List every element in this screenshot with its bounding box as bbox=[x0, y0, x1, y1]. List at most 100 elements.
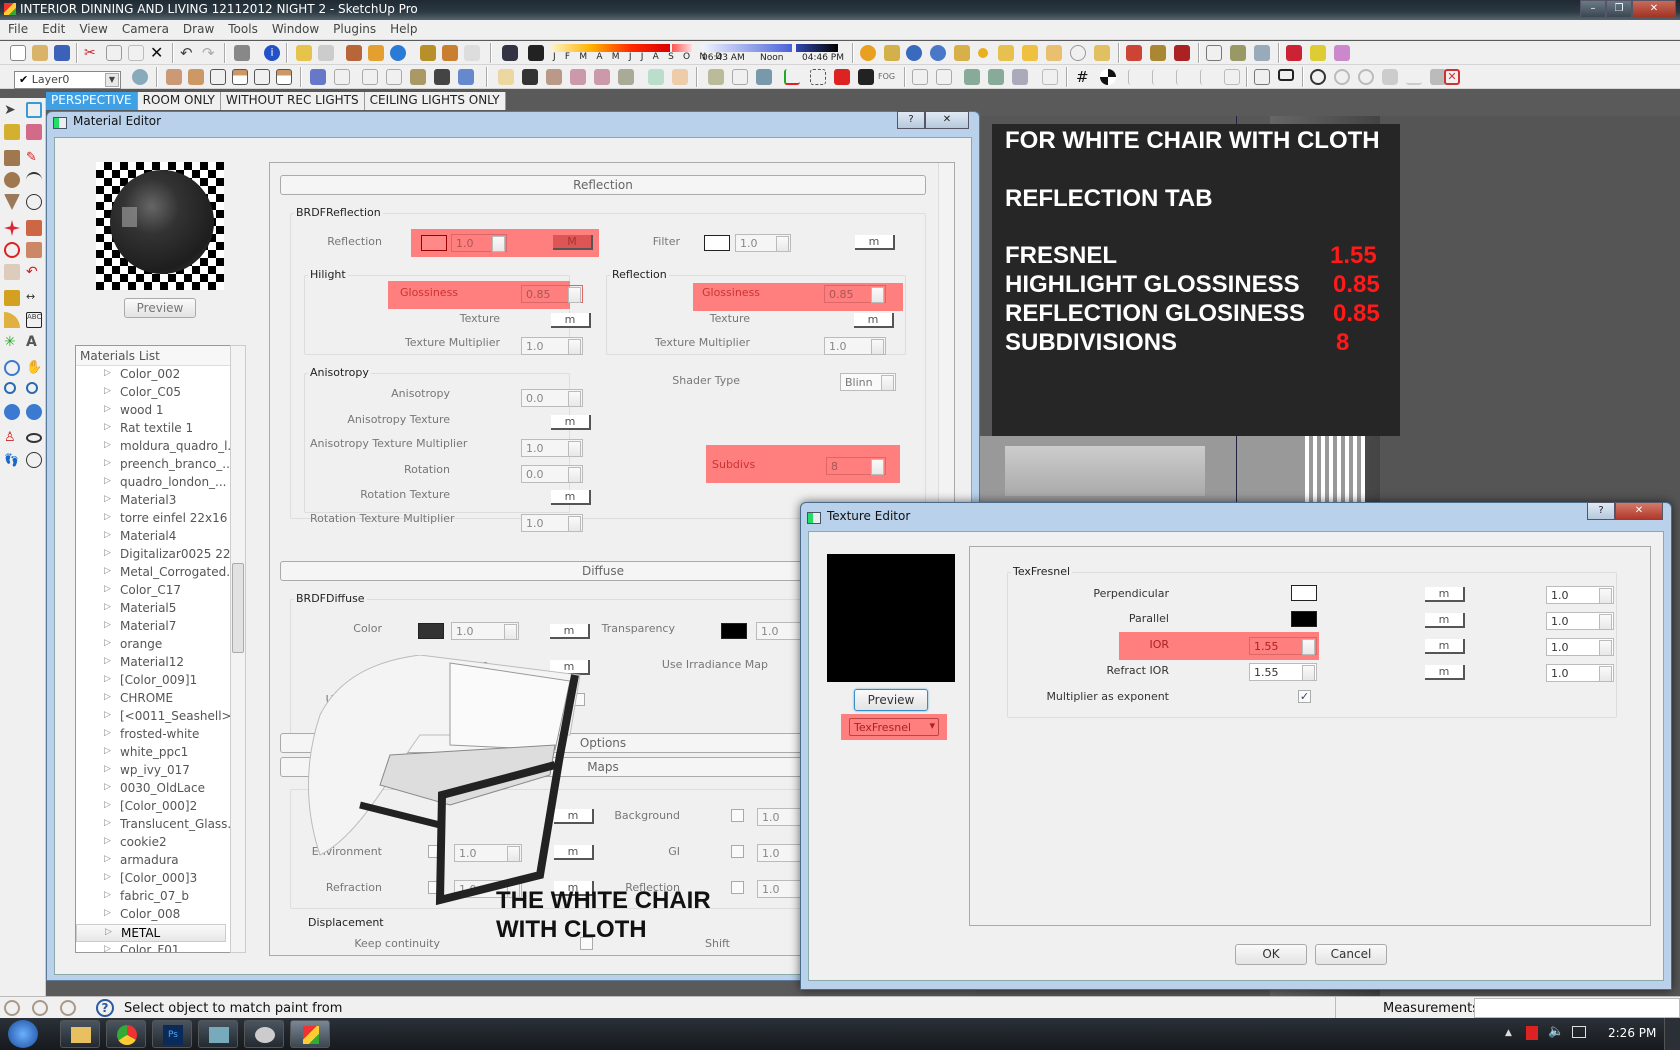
walk-icon[interactable]: 👣 bbox=[4, 452, 20, 468]
menu-edit[interactable]: Edit bbox=[34, 20, 71, 36]
pan-icon[interactable]: ✋ bbox=[26, 360, 42, 376]
select-icon[interactable]: ➤ bbox=[4, 102, 20, 118]
position-camera-icon[interactable]: ♙ bbox=[4, 430, 20, 446]
material-item[interactable]: Material3 bbox=[76, 492, 244, 510]
menu-file[interactable]: File bbox=[0, 20, 34, 36]
refract-ior-multiplier-input[interactable]: 1.0 bbox=[1546, 664, 1614, 682]
style-icon-3[interactable] bbox=[546, 69, 562, 85]
hidden-line-icon[interactable] bbox=[386, 69, 402, 85]
iso-view-icon[interactable] bbox=[166, 69, 182, 85]
guides-icon[interactable] bbox=[810, 69, 826, 85]
chevron-down-icon[interactable]: ▼ bbox=[105, 73, 119, 87]
component-options-icon[interactable] bbox=[912, 69, 928, 85]
rect-light-icon[interactable] bbox=[998, 45, 1014, 61]
delete-icon[interactable]: ✕ bbox=[1444, 69, 1460, 85]
transparency-swatch[interactable] bbox=[721, 623, 747, 639]
taskbar-sketchup[interactable] bbox=[290, 1020, 330, 1048]
style-icon-1[interactable] bbox=[498, 69, 514, 85]
materials-icon[interactable] bbox=[1100, 69, 1116, 85]
google-earth-icon[interactable] bbox=[390, 45, 406, 61]
omni-light-icon[interactable] bbox=[978, 48, 988, 58]
section-reflection[interactable]: Reflection bbox=[280, 175, 926, 195]
plugin-red-icon[interactable] bbox=[1286, 45, 1302, 61]
style-icon-6[interactable] bbox=[618, 69, 634, 85]
minimize-button[interactable]: – bbox=[1580, 0, 1606, 18]
3d-text-icon[interactable]: A bbox=[26, 334, 42, 350]
material-item[interactable]: wood 1 bbox=[76, 402, 244, 420]
undo-icon[interactable]: ↶ bbox=[180, 45, 196, 61]
camera-position-icon[interactable] bbox=[1012, 69, 1028, 85]
perpendicular-map-button[interactable]: m bbox=[1425, 587, 1465, 602]
menu-window[interactable]: Window bbox=[264, 20, 325, 36]
zoom-extents-tool-icon[interactable] bbox=[4, 404, 20, 420]
pencil-icon[interactable]: ✎ bbox=[26, 150, 42, 166]
paste-icon[interactable] bbox=[128, 45, 144, 61]
spot-light-icon[interactable] bbox=[1022, 45, 1038, 61]
reflection-texture-map-button[interactable]: m bbox=[854, 313, 894, 328]
shadow-settings-icon[interactable] bbox=[858, 69, 874, 85]
proxy-icon[interactable] bbox=[1126, 45, 1142, 61]
add-location-icon[interactable] bbox=[368, 45, 384, 61]
material-editor-titlebar[interactable]: Material Editor bbox=[53, 114, 161, 134]
paint-bucket-icon[interactable] bbox=[4, 124, 20, 140]
material-item[interactable]: Color_C17 bbox=[76, 582, 244, 600]
vray-help-icon[interactable] bbox=[930, 45, 946, 61]
anisotropy-texture-multiplier-input[interactable]: 1.0 bbox=[521, 439, 583, 457]
material-editor-help-button[interactable]: ? bbox=[897, 111, 925, 129]
style-icon-8[interactable] bbox=[672, 69, 688, 85]
wall-icon-2[interactable] bbox=[1152, 69, 1168, 85]
material-item[interactable]: quadro_london_... bbox=[76, 474, 244, 492]
print-icon[interactable] bbox=[234, 45, 250, 61]
grid-icon[interactable]: # bbox=[1076, 69, 1092, 85]
wall-icon-1[interactable] bbox=[1128, 69, 1144, 85]
door-icon[interactable] bbox=[1224, 69, 1240, 85]
tab-ceiling-lights-only[interactable]: CEILING LIGHTS ONLY bbox=[365, 92, 506, 110]
material-item[interactable]: Translucent_Glass... bbox=[76, 816, 244, 834]
material-item[interactable]: [<0011_Seashell>]1 bbox=[76, 708, 244, 726]
offset-icon[interactable]: ↶ bbox=[26, 264, 42, 280]
material-item[interactable]: Color_F01 bbox=[76, 942, 244, 952]
material-item[interactable]: CHROME bbox=[76, 690, 244, 708]
material-item[interactable]: Material7 bbox=[76, 618, 244, 636]
diffuse-color-map-button[interactable]: m bbox=[550, 624, 590, 639]
component-attributes-icon[interactable] bbox=[936, 69, 952, 85]
refract-ior-map-button[interactable]: m bbox=[1425, 665, 1465, 680]
get-models-icon[interactable] bbox=[296, 45, 312, 61]
sphere-light-icon[interactable] bbox=[1094, 45, 1110, 61]
look-around-icon[interactable] bbox=[26, 433, 42, 443]
volume-icon[interactable]: 🔈 bbox=[1548, 1024, 1564, 1039]
orbit-icon[interactable] bbox=[1334, 69, 1350, 85]
parallel-multiplier-input[interactable]: 1.0 bbox=[1546, 612, 1614, 630]
vray-render-icon[interactable] bbox=[528, 45, 544, 61]
save-icon[interactable] bbox=[54, 45, 70, 61]
arc-icon[interactable] bbox=[26, 172, 42, 188]
material-item[interactable]: Color_008 bbox=[76, 906, 244, 924]
cancel-button[interactable]: Cancel bbox=[1315, 944, 1387, 965]
section-display-icon[interactable] bbox=[732, 69, 748, 85]
menu-help[interactable]: Help bbox=[382, 20, 423, 36]
shaded-textures-icon[interactable] bbox=[434, 69, 450, 85]
gear-icon[interactable] bbox=[1382, 69, 1398, 85]
geo-location-icon[interactable] bbox=[4, 1000, 20, 1016]
style-icon-7[interactable] bbox=[648, 69, 664, 85]
diffuse-color-value-input[interactable]: 1.0 bbox=[451, 622, 519, 640]
zoom-extents-icon[interactable] bbox=[964, 69, 980, 85]
polygon-icon[interactable] bbox=[4, 194, 20, 210]
refract-ior-input[interactable]: 1.55 bbox=[1249, 663, 1317, 681]
material-item[interactable]: Rat textile 1 bbox=[76, 420, 244, 438]
stamp-icon[interactable] bbox=[1230, 45, 1246, 61]
material-editor-close-button[interactable]: ✕ bbox=[925, 111, 969, 129]
erase-icon[interactable]: ✕ bbox=[150, 45, 166, 61]
maximize-button[interactable]: ❐ bbox=[1606, 0, 1632, 18]
material-preview-button[interactable]: Preview bbox=[124, 298, 196, 318]
xray-icon[interactable] bbox=[310, 69, 326, 85]
multiplier-as-exponent-checkbox[interactable]: ✓ bbox=[1298, 690, 1311, 703]
hilight-texture-multiplier-input[interactable]: 1.0 bbox=[521, 337, 583, 355]
material-item[interactable]: Color_002 bbox=[76, 366, 244, 384]
axes-tool-icon[interactable]: ✳ bbox=[4, 334, 20, 350]
diffuse-color-swatch[interactable] bbox=[418, 623, 444, 639]
push-pull-icon[interactable] bbox=[26, 220, 42, 236]
vray-frame-buffer-icon[interactable] bbox=[954, 45, 970, 61]
plugin-yellow-icon[interactable] bbox=[1310, 45, 1326, 61]
section-plane-icon[interactable] bbox=[26, 452, 42, 468]
